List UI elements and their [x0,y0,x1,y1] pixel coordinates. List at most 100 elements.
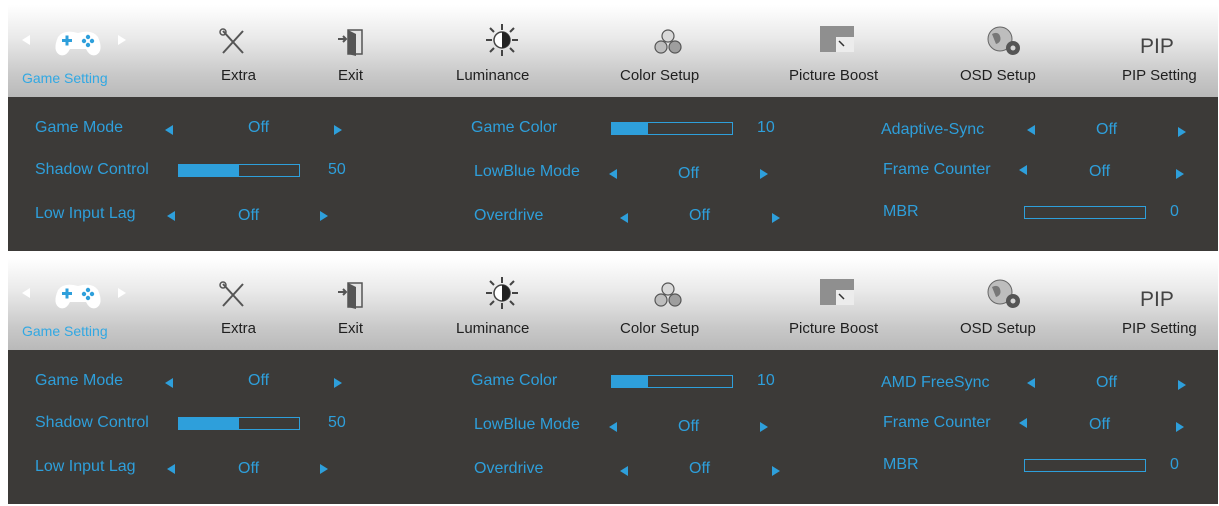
low-input-lag-prev-icon[interactable] [167,211,175,221]
tab-exit[interactable]: Exit [326,258,376,350]
game-color-slider[interactable] [611,375,733,388]
lowblue-mode-prev-icon[interactable] [609,169,617,179]
tab-picture-boost[interactable]: Picture Boost [789,5,899,97]
adaptive-sync-value[interactable]: Off [1096,121,1117,139]
frame-counter-prev-icon[interactable] [1019,418,1027,428]
amd-freesync-prev-icon[interactable] [1027,378,1035,388]
overdrive-next-icon[interactable] [772,213,780,223]
overdrive-label: Overdrive [474,207,544,224]
tab-extra[interactable]: Extra [203,5,273,97]
frame-counter-value[interactable]: Off [1089,163,1110,181]
tab-pip-setting[interactable]: PIP PIP Setting [1120,258,1210,350]
game-mode-label: Game Mode [35,119,124,136]
mbr-slider[interactable] [1024,206,1146,219]
frame-counter-prev-icon[interactable] [1019,165,1027,175]
shadow-control-label: Shadow Control [35,161,149,178]
mbr-label: MBR [883,203,919,220]
osd-menu-amd-freesync: Game Setting Extra Exit Luminance Color … [8,258,1218,504]
lowblue-mode-prev-icon[interactable] [609,422,617,432]
settings-panel: Game Mode Off Shadow Control 50 Low Inpu… [8,350,1218,504]
game-mode-label: Game Mode [35,372,124,389]
game-mode-next-icon[interactable] [334,378,342,388]
slider-fill [612,376,648,387]
low-input-lag-next-icon[interactable] [320,211,328,221]
tab-color-setup[interactable]: Color Setup [620,258,720,350]
mbr-slider[interactable] [1024,459,1146,472]
nav-right-icon[interactable] [118,35,126,45]
shadow-control-slider[interactable] [178,417,300,430]
tab-picture-boost[interactable]: Picture Boost [789,258,899,350]
game-mode-next-icon[interactable] [334,125,342,135]
tab-label: Luminance [456,67,530,84]
tab-label: Extra [221,67,257,84]
tab-label: OSD Setup [960,67,1036,84]
osd-menu-adaptive-sync: Game Setting Extra Exit Luminance Color … [8,5,1218,251]
mbr-value: 0 [1170,456,1179,473]
frame-counter-label: Frame Counter [883,161,991,178]
tab-osd-setup[interactable]: OSD Setup [960,258,1055,350]
tab-label: Picture Boost [789,67,879,84]
tab-label: Extra [221,320,257,337]
overdrive-label: Overdrive [474,460,544,477]
tab-label: PIP Setting [1122,320,1197,337]
slider-fill [179,165,239,176]
frame-counter-next-icon[interactable] [1176,169,1184,179]
game-mode-value[interactable]: Off [248,119,269,137]
lowblue-mode-label: LowBlue Mode [474,416,580,433]
overdrive-prev-icon[interactable] [620,213,628,223]
tab-osd-setup[interactable]: OSD Setup [960,5,1055,97]
tab-luminance[interactable]: Luminance [456,258,551,350]
tab-exit[interactable]: Exit [326,5,376,97]
exit-door-icon [334,27,370,57]
picture-boost-icon [819,278,855,308]
game-color-slider[interactable] [611,122,733,135]
nav-left-icon[interactable] [22,288,30,298]
frame-counter-label: Frame Counter [883,414,991,431]
frame-counter-next-icon[interactable] [1176,422,1184,432]
shadow-control-label: Shadow Control [35,414,149,431]
sun-icon [484,23,520,56]
tab-label: Picture Boost [789,320,879,337]
nav-right-icon[interactable] [118,288,126,298]
lowblue-mode-value[interactable]: Off [678,418,699,436]
low-input-lag-value[interactable]: Off [238,460,259,478]
overdrive-prev-icon[interactable] [620,466,628,476]
amd-freesync-next-icon[interactable] [1178,380,1186,390]
amd-freesync-value[interactable]: Off [1096,374,1117,392]
adaptive-sync-next-icon[interactable] [1178,127,1186,137]
nav-left-icon[interactable] [22,35,30,45]
shadow-control-slider[interactable] [178,164,300,177]
adaptive-sync-label: Adaptive-Sync [881,121,985,138]
tab-label: PIP Setting [1122,67,1197,84]
tab-pip-setting[interactable]: PIP PIP Setting [1120,5,1210,97]
slider-fill [179,418,239,429]
tab-luminance[interactable]: Luminance [456,5,551,97]
overdrive-next-icon[interactable] [772,466,780,476]
lowblue-mode-next-icon[interactable] [760,169,768,179]
overdrive-value[interactable]: Off [689,207,710,225]
game-mode-value[interactable]: Off [248,372,269,390]
tab-game-setting[interactable]: Game Setting [8,5,178,97]
tab-label: Luminance [456,320,530,337]
adaptive-sync-prev-icon[interactable] [1027,125,1035,135]
gamepad-icon [50,25,106,59]
lowblue-mode-next-icon[interactable] [760,422,768,432]
tab-label: Game Setting [22,70,108,86]
frame-counter-value[interactable]: Off [1089,416,1110,434]
shadow-control-value: 50 [328,161,346,178]
tab-extra[interactable]: Extra [203,258,273,350]
low-input-lag-value[interactable]: Off [238,207,259,225]
color-circles-icon [650,27,686,57]
picture-boost-icon [819,25,855,55]
tab-game-setting[interactable]: Game Setting [8,258,178,350]
overdrive-value[interactable]: Off [689,460,710,478]
lowblue-mode-value[interactable]: Off [678,165,699,183]
shadow-control-value: 50 [328,414,346,431]
game-mode-prev-icon[interactable] [165,125,173,135]
game-color-value: 10 [757,119,775,136]
game-mode-prev-icon[interactable] [165,378,173,388]
tab-color-setup[interactable]: Color Setup [620,5,720,97]
slider-fill [612,123,648,134]
low-input-lag-prev-icon[interactable] [167,464,175,474]
low-input-lag-next-icon[interactable] [320,464,328,474]
